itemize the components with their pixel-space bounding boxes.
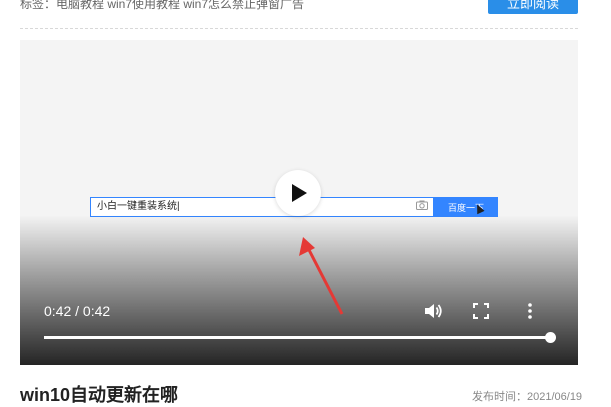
frame-search-button: 百度一下 [434, 197, 498, 217]
more-icon [528, 303, 532, 319]
publish-time: 发布时间：2021/06/19 [472, 391, 583, 403]
fullscreen-button[interactable] [471, 301, 491, 321]
progress-track[interactable] [44, 332, 556, 343]
progress-handle[interactable] [545, 332, 556, 343]
progress-fill [44, 336, 550, 339]
tags-line: 标签：电脑教程 win7使用教程 win7怎么禁止弹窗广告 [20, 0, 305, 11]
video-player[interactable]: 小白一键重装系统| 百度一下 0:42 / 0:42 [20, 40, 578, 365]
read-now-button[interactable]: 立即阅读 [488, 0, 578, 14]
time-display: 0:42 / 0:42 [44, 303, 111, 319]
camera-icon [416, 200, 428, 212]
volume-icon [425, 304, 442, 318]
more-options-button[interactable] [520, 301, 540, 321]
play-button[interactable] [275, 170, 321, 216]
play-icon [292, 184, 307, 202]
divider [20, 28, 578, 29]
article-title: win10自动更新在哪 [20, 385, 179, 405]
volume-button[interactable] [423, 301, 443, 321]
fullscreen-icon [473, 303, 489, 319]
frame-search-input: 小白一键重装系统| [90, 197, 434, 217]
red-arrow-annotation [299, 237, 344, 315]
